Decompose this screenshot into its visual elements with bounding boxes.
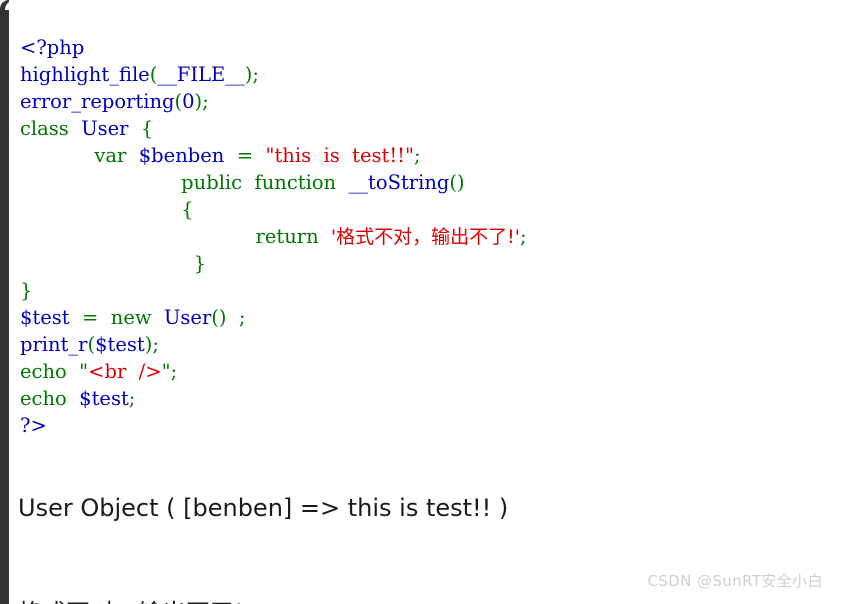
code-token: (	[87, 332, 96, 356]
code-token: User	[75, 116, 135, 140]
code-token: ;	[226, 305, 246, 329]
code-token: __toString	[342, 170, 450, 194]
code-token: =	[230, 143, 260, 167]
code-token: __FILE__	[157, 62, 245, 86]
output-line-object: User Object ( [benben] => this is test!!…	[18, 494, 509, 522]
csdn-watermark: CSDN @SunRT安全小白	[647, 572, 823, 590]
code-token: {	[181, 197, 194, 221]
code-line: error_reporting(0);	[20, 88, 820, 115]
code-token: ()	[449, 170, 465, 194]
code-token: return	[255, 224, 325, 248]
code-token: public function	[181, 170, 343, 194]
code-token: )	[194, 89, 203, 113]
code-token: ;	[170, 359, 178, 383]
code-token: '格式不对，输出不了!'	[324, 225, 520, 248]
code-token: "	[72, 359, 89, 383]
code-token: class	[20, 116, 75, 140]
code-token: $test	[20, 305, 76, 329]
php-highlight-output-page: <?php highlight_file(__FILE__); error_repo…	[0, 0, 841, 604]
code-line: class User {	[20, 115, 820, 142]
window-left-edge	[0, 0, 19, 604]
code-token: $benben	[132, 143, 231, 167]
code-token: =	[75, 305, 105, 329]
code-token: ()	[211, 305, 227, 329]
code-token: <?php	[20, 35, 85, 59]
code-line: }	[20, 250, 820, 277]
code-line: {	[20, 196, 820, 223]
php-source-code-block: <?php highlight_file(__FILE__); error_repo…	[20, 34, 820, 439]
code-token: {	[134, 116, 154, 140]
code-line: echo $test;	[20, 385, 820, 412]
code-token: echo	[20, 359, 73, 383]
code-token: ;	[202, 89, 209, 113]
code-token: }	[193, 251, 206, 275]
code-token: highlight_file	[20, 62, 150, 86]
code-line: print_r($test);	[20, 331, 820, 358]
output-line-tostring: 格式不对，输出不了!	[18, 596, 818, 604]
code-line: var $benben = "this is test!!";	[20, 142, 820, 169]
code-line: return '格式不对，输出不了!';	[20, 223, 820, 250]
code-token: ;	[414, 143, 421, 167]
code-line: }	[20, 277, 820, 304]
code-line: public function __toString()	[20, 169, 820, 196]
code-token: <br />	[88, 359, 162, 383]
code-token: 0	[182, 89, 195, 113]
code-token: (	[174, 89, 183, 113]
code-token: $test	[72, 386, 129, 410]
code-token: print_r	[20, 332, 88, 356]
code-token: "this is test!!"	[259, 143, 414, 167]
code-line: $test = new User() ;	[20, 304, 820, 331]
code-token: $test	[95, 332, 145, 356]
code-token: "	[161, 359, 171, 383]
code-token: var	[94, 143, 133, 167]
code-token: echo	[20, 386, 73, 410]
code-token: error_reporting	[20, 89, 175, 113]
code-token: User	[157, 305, 212, 329]
code-token: }	[20, 278, 33, 302]
code-token: ;	[152, 332, 159, 356]
code-line: highlight_file(__FILE__);	[20, 61, 820, 88]
code-line: echo "<br />";	[20, 358, 820, 385]
code-token: new	[104, 305, 158, 329]
code-token: ;	[128, 386, 136, 410]
code-token: ;	[520, 224, 527, 248]
code-token: ;	[252, 62, 259, 86]
code-line: <?php	[20, 34, 820, 61]
